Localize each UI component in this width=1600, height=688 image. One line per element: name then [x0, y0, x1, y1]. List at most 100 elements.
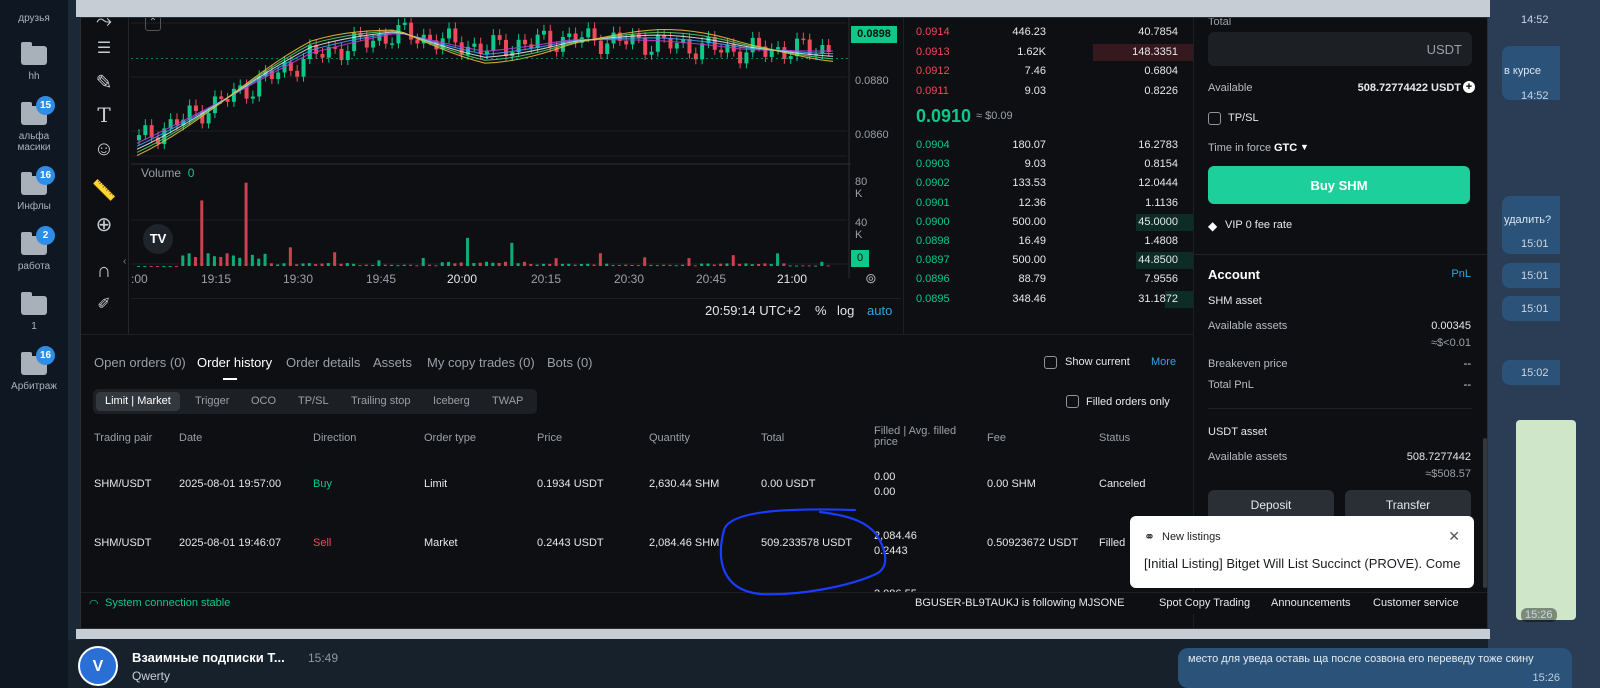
folder-1[interactable]: 1 — [0, 292, 68, 332]
message-time: 15:02 — [1521, 367, 1549, 379]
text-tool-icon[interactable]: T — [91, 102, 117, 128]
volume-bar — [320, 263, 324, 266]
brush-tool-icon[interactable]: ✎ — [91, 70, 117, 96]
orders-section: Open orders (0) Order history Order deta… — [81, 334, 1193, 607]
collapse-toolbar-icon[interactable]: ‹ — [123, 256, 126, 267]
bid-row[interactable]: 0.0898 16.49 1.4808 — [904, 232, 1194, 251]
path-tool-icon[interactable]: ⤳ — [91, 18, 117, 34]
volume-bar — [535, 264, 539, 266]
volume-bar — [288, 247, 292, 266]
bid-row[interactable]: 0.0897 500.00 44.8500 — [904, 251, 1194, 270]
unread-badge: 16 — [36, 166, 56, 185]
announcements-link[interactable]: Announcements — [1271, 597, 1351, 609]
tpsl-checkbox[interactable] — [1208, 112, 1221, 125]
column-header[interactable]: Fee — [987, 432, 1006, 444]
auto-scale-button[interactable]: auto — [867, 303, 892, 318]
bid-row[interactable]: 0.0902 133.53 12.0444 — [904, 174, 1194, 193]
candle — [738, 51, 743, 64]
folder-label: 1 — [31, 321, 37, 332]
candle — [250, 96, 255, 99]
subtab-oco[interactable]: OCO — [251, 395, 276, 407]
volume-bar — [409, 264, 413, 266]
tab-order-details[interactable]: Order details — [286, 355, 360, 370]
candle — [522, 39, 527, 45]
folder-hh[interactable]: hh — [0, 42, 68, 82]
price-chart[interactable]: 0.0880 0.0860 Volume 0 80 K 40 K :00 19:1… — [131, 18, 889, 334]
message-time: 15:01 — [1521, 270, 1549, 282]
chart-settings-icon[interactable]: ⊚ — [865, 270, 877, 287]
subtab-trailing-stop[interactable]: Trailing stop — [351, 395, 411, 407]
chart-canvas[interactable] — [131, 18, 901, 300]
subtab-trigger[interactable]: Trigger — [195, 395, 229, 407]
customer-service-link[interactable]: Customer service — [1373, 597, 1459, 609]
folder-label: Инфлы — [17, 201, 51, 212]
ask-row[interactable]: 0.0914 446.23 40.7854 — [904, 23, 1194, 42]
volume-bar — [244, 182, 248, 266]
chat-list-item[interactable]: V Взаимные подписки Т... 15:49 Qwerty — [68, 640, 348, 688]
magnet-tool-icon[interactable]: ∩ — [91, 258, 117, 284]
total-input[interactable]: USDT — [1208, 32, 1472, 66]
folder-rabota[interactable]: 2 работа — [0, 226, 68, 272]
emoji-tool-icon[interactable]: ☺ — [91, 136, 117, 162]
ruler-tool-icon[interactable]: 📏 — [91, 178, 117, 204]
tif-label: Time in force — [1208, 142, 1272, 154]
bid-row[interactable]: 0.0896 88.79 7.9556 — [904, 270, 1194, 289]
lock-edit-tool-icon[interactable]: ✐ — [91, 292, 117, 318]
ask-row[interactable]: 0.0911 9.03 0.8226 — [904, 82, 1194, 101]
collapse-icon[interactable]: ⌃ — [145, 18, 161, 31]
candle — [700, 43, 705, 60]
subtab-iceberg[interactable]: Iceberg — [433, 395, 470, 407]
add-funds-icon[interactable]: + — [1463, 81, 1475, 93]
buy-button[interactable]: Buy SHM — [1208, 166, 1470, 204]
toast-text: [Initial Listing] Bitget Will List Succi… — [1144, 556, 1460, 571]
spot-copy-trading-link[interactable]: Spot Copy Trading — [1159, 597, 1250, 609]
volume-bar — [782, 263, 786, 266]
order-date: 2025-08-01 19:46:07 — [179, 536, 282, 549]
folder-alfa[interactable]: 15 альфа масики — [0, 96, 68, 153]
subtab-twap[interactable]: TWAP — [492, 395, 523, 407]
vip-fee-link[interactable]: VIP 0 fee rate — [1225, 219, 1292, 231]
volume-label: Volume 0 — [141, 166, 194, 180]
folder-druzya[interactable]: друзья — [0, 0, 68, 24]
folder-arbitrazh[interactable]: 16 Арбитраж — [0, 346, 68, 392]
show-current-checkbox[interactable] — [1044, 356, 1057, 369]
tab-open-orders[interactable]: Open orders (0) — [94, 355, 186, 370]
close-icon[interactable]: ✕ — [1448, 528, 1460, 545]
panel-scrollbar[interactable] — [1483, 438, 1487, 588]
volume-bar — [314, 264, 318, 266]
volume-bar — [700, 263, 704, 266]
volume-bar — [554, 258, 558, 266]
notification-toast[interactable]: ⚭ New listings ✕ [Initial Listing] Bitge… — [1130, 516, 1474, 588]
tab-order-history[interactable]: Order history — [197, 355, 272, 370]
tab-bots[interactable]: Bots (0) — [547, 355, 593, 370]
tradingview-logo[interactable]: TV — [143, 224, 173, 254]
fib-tool-icon[interactable]: ☰ — [91, 36, 117, 62]
candle — [605, 43, 610, 54]
tif-select[interactable]: GTC — [1274, 142, 1297, 154]
tab-assets[interactable]: Assets — [373, 355, 412, 370]
pnl-link[interactable]: PnL — [1451, 268, 1471, 280]
message-photo[interactable] — [1516, 420, 1576, 620]
zoom-tool-icon[interactable]: ⊕ — [91, 212, 117, 238]
chevron-down-icon[interactable]: ▼ — [1300, 142, 1309, 152]
ask-row[interactable]: 0.0912 7.46 0.6804 — [904, 62, 1194, 81]
more-link[interactable]: More — [1151, 356, 1176, 368]
tab-copy-trades[interactable]: My copy trades (0) — [427, 355, 535, 370]
ask-row[interactable]: 0.0913 1.62K 148.3351 — [904, 43, 1194, 62]
bid-row[interactable]: 0.0895 348.46 31.1872 — [904, 290, 1194, 309]
bid-row[interactable]: 0.0900 500.00 45.0000 — [904, 213, 1194, 232]
folder-infly[interactable]: 16 Инфлы — [0, 166, 68, 212]
bid-row[interactable]: 0.0901 12.36 1.1136 — [904, 194, 1194, 213]
volume-y-label: 80 K — [855, 176, 868, 200]
subtab-limit-market[interactable]: Limit | Market — [96, 392, 180, 411]
log-scale-button[interactable]: log — [837, 303, 854, 318]
ask-amount: 7.46 — [1024, 65, 1046, 77]
message-text: место для уведа оставь ща после созвона … — [1188, 653, 1534, 665]
bid-row[interactable]: 0.0904 180.07 16.2783 — [904, 136, 1194, 155]
avg-filled-price: 0.00 — [874, 486, 896, 498]
percent-scale-button[interactable]: % — [815, 303, 827, 318]
filled-only-checkbox[interactable] — [1066, 395, 1079, 408]
subtab-tpsl[interactable]: TP/SL — [298, 395, 329, 407]
bid-row[interactable]: 0.0903 9.03 0.8154 — [904, 155, 1194, 174]
connection-status: System connection stable — [105, 597, 231, 609]
